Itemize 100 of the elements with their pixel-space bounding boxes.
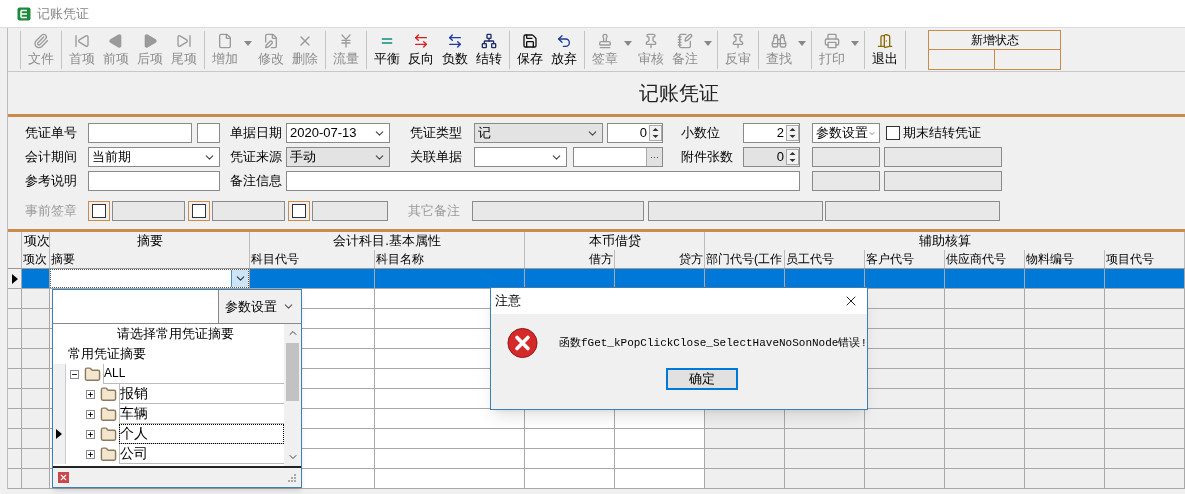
dropdown-field[interactable]: 手动: [286, 147, 390, 167]
expand-icon[interactable]: [86, 449, 95, 459]
field-label: 期末结转凭证: [903, 124, 981, 143]
toolbar-button[interactable]: 放弃: [547, 30, 581, 69]
dropdown-field[interactable]: 参数设置: [812, 123, 880, 143]
input-field[interactable]: [312, 201, 388, 221]
binoculars-icon: [771, 32, 787, 49]
column-group-header: 本币借贷: [587, 232, 642, 250]
hierarchy-icon: [481, 32, 497, 49]
swap-arrows-icon: [447, 32, 463, 49]
field-label: 参考说明: [25, 172, 78, 191]
column-header: 员工代号: [785, 251, 835, 268]
exit-door-icon: [877, 32, 893, 49]
column-header: 借方: [588, 251, 614, 268]
ok-button[interactable]: 确定: [666, 368, 738, 390]
field-label: 凭证来源: [230, 148, 283, 167]
number-field[interactable]: 0: [743, 147, 800, 167]
scrollbar-thumb[interactable]: [286, 343, 299, 401]
input-field[interactable]: [812, 171, 880, 191]
row-header: [53, 364, 66, 384]
resize-grip-icon[interactable]: [288, 473, 296, 482]
toolbar-button[interactable]: 负数: [438, 30, 472, 69]
tree-item[interactable]: ALL: [103, 364, 284, 384]
pin-icon: [643, 32, 659, 49]
row-pointer-icon: [11, 273, 18, 284]
dropdown-field[interactable]: 记: [474, 123, 603, 143]
field-label: 关联单据: [410, 148, 463, 167]
dropdown-field[interactable]: [474, 147, 567, 167]
input-field[interactable]: [112, 201, 185, 221]
toolbar-button[interactable]: 退出: [868, 30, 902, 69]
expand-icon[interactable]: [86, 409, 95, 419]
tree-subtitle: 常用凭证摘要: [67, 345, 147, 363]
number-field[interactable]: 0: [607, 123, 663, 143]
folder-icon: [100, 425, 117, 443]
column-header: 科目代号: [250, 251, 300, 268]
input-field[interactable]: [286, 171, 800, 191]
column-header: 摘要: [50, 251, 76, 268]
field-label: 凭证单号: [25, 124, 78, 143]
column-group-header: 项次: [23, 232, 49, 250]
swap-arrows-icon: [413, 32, 429, 49]
dropdown-field[interactable]: 当前期: [88, 147, 220, 167]
skip-back-icon: [74, 32, 90, 49]
input-field[interactable]: [212, 201, 285, 221]
column-header: 项目代号: [1105, 251, 1155, 268]
input-field[interactable]: [825, 201, 1000, 221]
left-triangle-icon: [108, 32, 124, 49]
field-label: 备注信息: [230, 172, 283, 191]
paperclip-icon: [33, 32, 49, 49]
toolbar-button[interactable]: 反向: [404, 30, 438, 69]
input-field[interactable]: [812, 147, 880, 167]
expand-icon[interactable]: [86, 389, 95, 399]
folder-icon: [84, 365, 101, 383]
input-field[interactable]: ···: [573, 147, 663, 167]
column-header: 物料编号: [1025, 251, 1075, 268]
folder-icon: [100, 405, 117, 423]
window-title: 记账凭证: [37, 4, 89, 23]
skip-forward-icon: [176, 32, 192, 49]
checkbox[interactable]: [886, 126, 900, 140]
column-header: 科目名称: [375, 251, 425, 268]
column-header: 项次: [22, 251, 48, 268]
field-label: 单据日期: [230, 124, 283, 143]
input-field[interactable]: [53, 290, 219, 323]
spin-arrows-icon: [649, 125, 662, 141]
input-field[interactable]: [884, 171, 1002, 191]
input-field[interactable]: [472, 201, 644, 221]
field-label: 小数位: [681, 124, 721, 143]
toolbar-button[interactable]: 保存: [513, 30, 547, 69]
pin-icon: [730, 32, 746, 49]
dropdown-field[interactable]: 2020-07-13: [286, 123, 390, 143]
spin-arrows-icon: [786, 149, 799, 165]
scrollbar[interactable]: [284, 324, 301, 466]
column-group-header: 辅助核算: [917, 232, 972, 250]
input-field[interactable]: [197, 123, 220, 143]
toolbar-button[interactable]: 平衡: [370, 30, 404, 69]
error-icon: [507, 326, 538, 360]
save-icon: [522, 32, 538, 49]
field-label: 附件张数: [681, 148, 734, 167]
browse-button[interactable]: ···: [646, 148, 662, 166]
field-label: 事前签章: [25, 202, 78, 221]
app-icon: [17, 6, 31, 21]
folder-icon: [100, 445, 117, 463]
document-icon: [217, 32, 233, 49]
tree-item[interactable]: 个人: [119, 424, 284, 444]
column-header: 客户代号: [865, 251, 915, 268]
input-field[interactable]: [884, 147, 1002, 167]
toolbar-button[interactable]: 结转: [472, 30, 506, 69]
settings-dropdown[interactable]: 参数设置: [219, 290, 301, 323]
summary-dropdown-field[interactable]: [50, 269, 249, 288]
tree-title: 请选择常用凭证摘要: [115, 325, 235, 343]
input-field[interactable]: [648, 201, 823, 221]
spin-arrows-icon: [786, 125, 799, 141]
column-header: 贷方: [678, 251, 704, 268]
column-group-header: 会计科目.基本属性: [332, 232, 442, 250]
collapse-icon[interactable]: [70, 369, 79, 379]
expand-icon[interactable]: [86, 429, 95, 439]
input-field[interactable]: [88, 171, 220, 191]
stamp-icon: [597, 32, 613, 49]
number-field[interactable]: 2: [743, 123, 800, 143]
input-field[interactable]: [88, 123, 192, 143]
note-icon: [677, 32, 693, 49]
